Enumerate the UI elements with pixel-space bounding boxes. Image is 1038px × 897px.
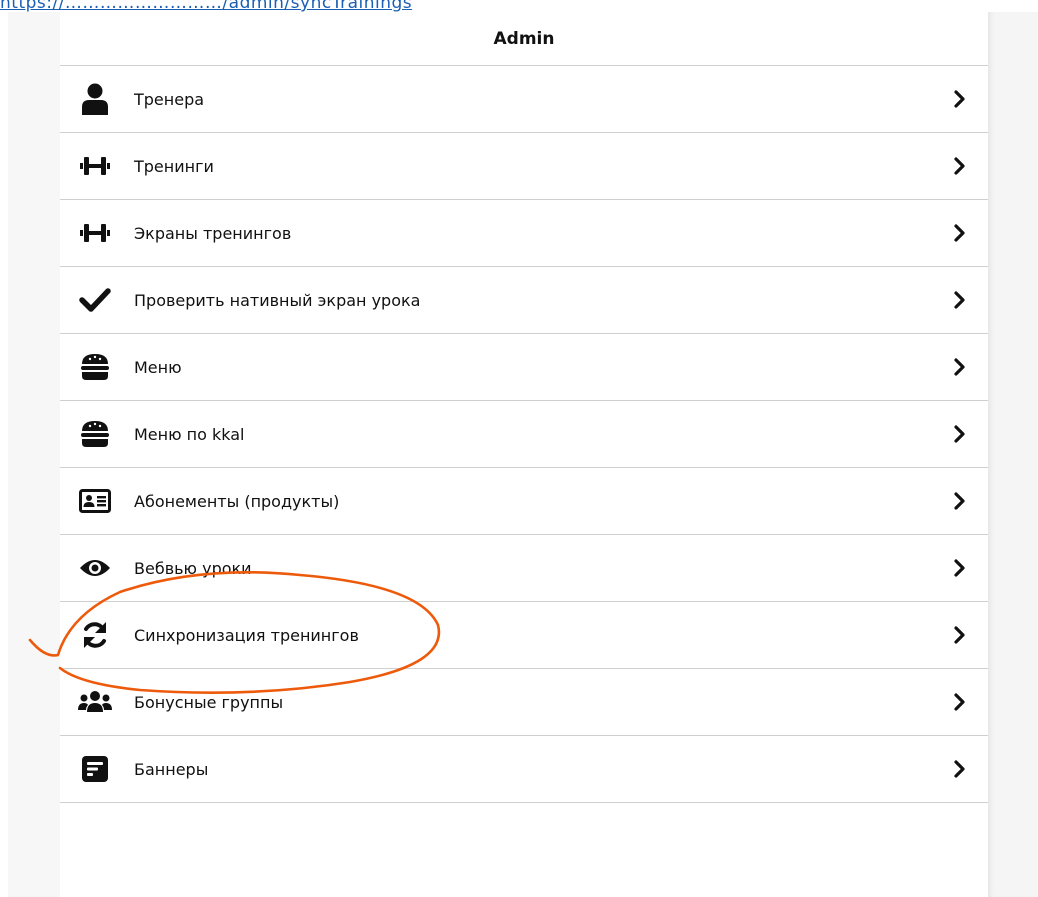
chevron-right-icon [950, 625, 970, 645]
id-card-icon [78, 484, 112, 518]
menu-item-label: Синхронизация тренингов [134, 625, 359, 645]
menu-item-webview-lessons[interactable]: Вебвью уроки [60, 535, 988, 602]
chevron-right-icon [950, 89, 970, 109]
chevron-right-icon [950, 156, 970, 176]
chevron-right-icon [950, 290, 970, 310]
menu-item-label: Меню по kkal [134, 424, 245, 444]
menu-item-label: Экраны тренингов [134, 223, 292, 243]
admin-panel: Admin Тренера Тренинги Экраны тренингов [60, 12, 988, 897]
menu-item-label: Меню [134, 357, 182, 377]
burger-icon [78, 350, 112, 384]
right-gutter [988, 12, 1038, 897]
menu-item-label: Вебвью уроки [134, 558, 252, 578]
menu-item-training-screens[interactable]: Экраны тренингов [60, 200, 988, 267]
menu-item-trainers[interactable]: Тренера [60, 66, 988, 133]
left-gutter [8, 12, 60, 897]
menu-item-banners[interactable]: Баннеры [60, 736, 988, 803]
chevron-right-icon [950, 491, 970, 511]
menu-item-label: Бонусные группы [134, 692, 284, 712]
eye-icon [78, 551, 112, 585]
chevron-right-icon [950, 424, 970, 444]
banner-icon [78, 752, 112, 786]
chevron-right-icon [950, 759, 970, 779]
chevron-right-icon [950, 223, 970, 243]
menu-item-label: Абонементы (продукты) [134, 491, 340, 511]
admin-menu: Тренера Тренинги Экраны тренингов Провер… [60, 66, 988, 803]
dumbbell-icon [78, 216, 112, 250]
chevron-right-icon [950, 357, 970, 377]
burger-icon [78, 417, 112, 451]
dumbbell-icon [78, 149, 112, 183]
menu-item-bonus-groups[interactable]: Бонусные группы [60, 669, 988, 736]
menu-item-menu[interactable]: Меню [60, 334, 988, 401]
chevron-right-icon [950, 558, 970, 578]
menu-item-subscriptions[interactable]: Абонементы (продукты) [60, 468, 988, 535]
sync-icon [78, 618, 112, 652]
menu-item-trainings[interactable]: Тренинги [60, 133, 988, 200]
menu-item-sync-trainings[interactable]: Синхронизация тренингов [60, 602, 988, 669]
chevron-right-icon [950, 692, 970, 712]
menu-item-check-native-lesson[interactable]: Проверить нативный экран урока [60, 267, 988, 334]
menu-item-label: Проверить нативный экран урока [134, 290, 421, 310]
users-icon [78, 685, 112, 719]
page-title: Admin [60, 12, 988, 66]
user-icon [78, 82, 112, 116]
check-icon [78, 283, 112, 317]
menu-item-label: Баннеры [134, 759, 209, 779]
menu-item-label: Тренера [134, 89, 205, 109]
menu-item-label: Тренинги [134, 156, 214, 176]
menu-item-menu-kkal[interactable]: Меню по kkal [60, 401, 988, 468]
